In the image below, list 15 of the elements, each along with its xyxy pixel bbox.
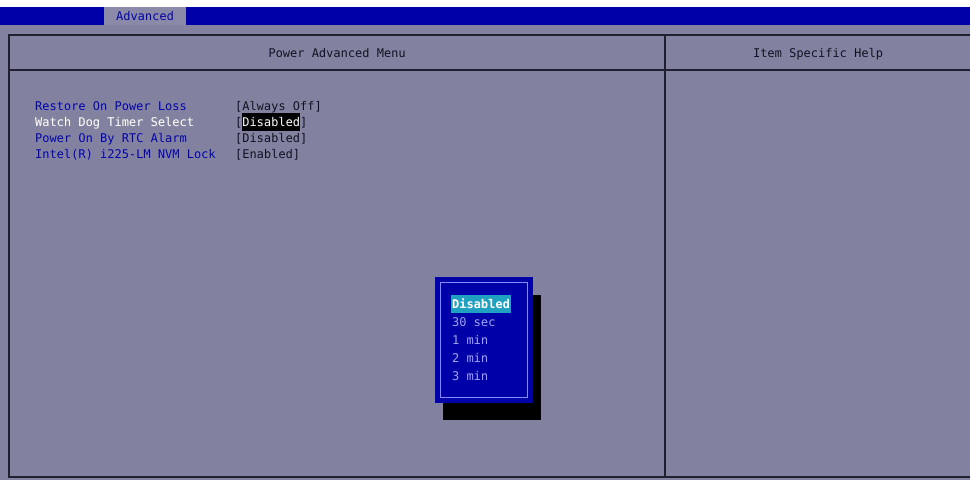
popup-option[interactable]: 1 min — [451, 331, 490, 349]
popup-option[interactable]: 30 sec — [451, 313, 496, 331]
panel-title: Power Advanced Menu — [268, 44, 406, 62]
setting-label[interactable]: Restore On Power Loss — [35, 97, 235, 115]
panel-title: Item Specific Help — [752, 44, 884, 62]
popup-option[interactable]: 3 min — [451, 367, 490, 385]
popup-option[interactable]: 2 min — [451, 349, 490, 367]
setting-label[interactable]: Power On By RTC Alarm — [35, 129, 235, 147]
menu-tab[interactable]: Advanced — [104, 7, 186, 25]
setting-value[interactable]: [Always Off] — [235, 97, 322, 115]
setting-value[interactable]: [Enabled] — [235, 145, 300, 163]
setting-label[interactable]: Watch Dog Timer Select — [35, 113, 235, 131]
popup-option[interactable]: Disabled — [451, 295, 511, 313]
setting-value[interactable]: [Disabled] — [235, 129, 308, 147]
setting-label[interactable]: Intel(R) i225-LM NVM Lock — [35, 145, 235, 163]
